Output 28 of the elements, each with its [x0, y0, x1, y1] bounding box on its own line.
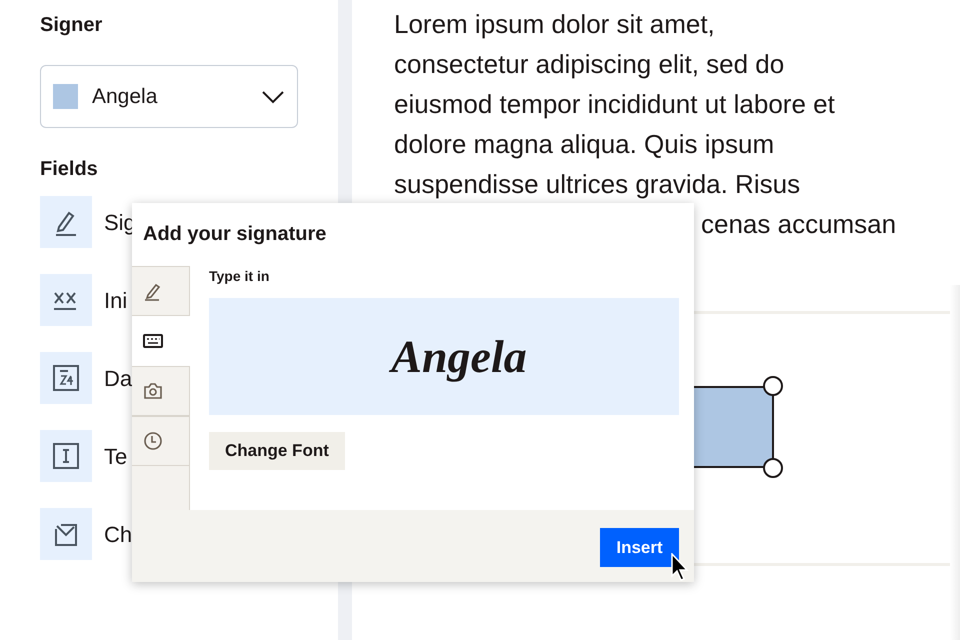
pen-line-tile[interactable] — [40, 196, 92, 248]
mouse-cursor-icon — [671, 553, 691, 582]
checkbox-tile[interactable] — [40, 508, 92, 560]
section-heading: Fields — [40, 157, 99, 180]
calendar-tile[interactable] — [40, 352, 92, 404]
typed-signature: Angela — [361, 322, 527, 391]
chevron-down-icon — [261, 90, 285, 104]
section-heading: Signer — [40, 13, 104, 36]
signature-method-tab[interactable] — [132, 316, 190, 366]
clock-icon — [142, 430, 164, 452]
dialog-title: Add your signature — [142, 222, 328, 247]
text-cursor-tile[interactable] — [40, 430, 92, 482]
resize-handle[interactable] — [763, 458, 783, 478]
paragraph-fragment: cenas accumsan — [700, 208, 898, 241]
calendar-icon — [51, 363, 81, 393]
initials-tile[interactable] — [40, 274, 92, 326]
camera-icon — [142, 380, 164, 402]
field-label: Te — [104, 442, 128, 470]
signer-swatch — [53, 84, 78, 109]
change-font-button[interactable]: Change Font — [209, 432, 345, 470]
insert-button[interactable]: Insert — [600, 528, 679, 567]
field-label: Ini — [104, 286, 128, 314]
section-label: Type it in — [209, 267, 270, 286]
field-label: Da — [104, 364, 132, 392]
resize-handle[interactable] — [763, 376, 783, 396]
signer-dropdown[interactable]: Angela — [40, 65, 298, 128]
text-cursor-icon — [51, 441, 81, 471]
field-label: Ch — [104, 520, 132, 548]
